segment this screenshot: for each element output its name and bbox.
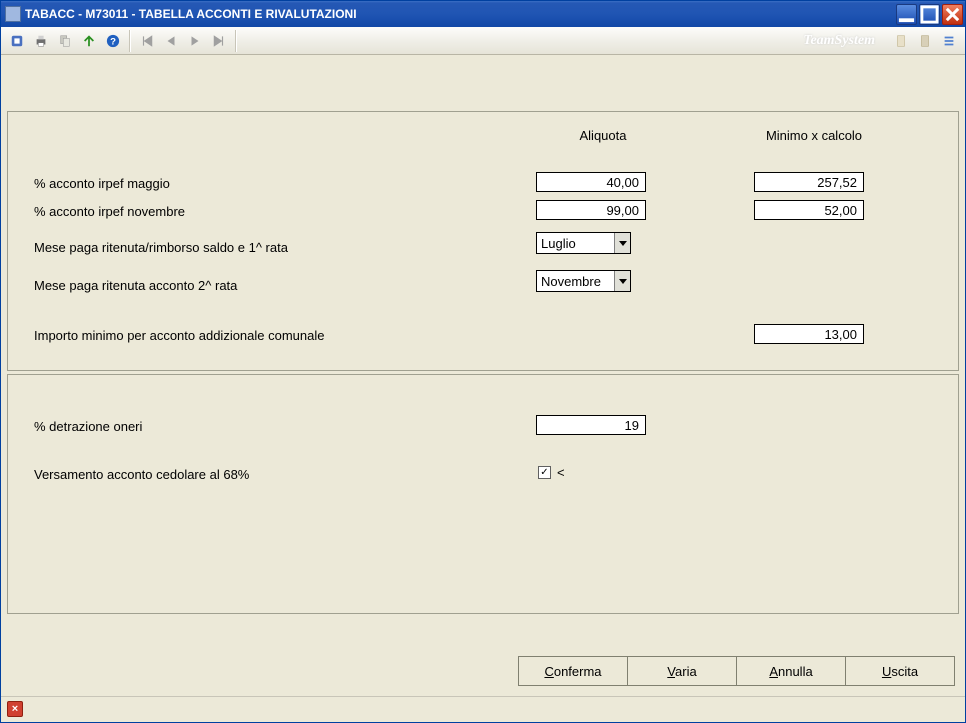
btn-text: aria — [675, 664, 697, 679]
toolbar-help-icon[interactable]: ? — [102, 30, 124, 52]
titlebar: TABACC - M73011 - TABELLA ACCONTI E RIVA… — [1, 1, 965, 27]
nav-first-icon[interactable] — [136, 30, 158, 52]
label-acconto-maggio: % acconto irpef maggio — [34, 176, 170, 191]
label-detrazione-oneri: % detrazione oneri — [34, 419, 142, 434]
select-mese-acconto-value: Novembre — [537, 274, 614, 289]
label-acconto-novembre: % acconto irpef novembre — [34, 204, 185, 219]
toolbar-list-icon[interactable] — [938, 30, 960, 52]
uscita-button[interactable]: Uscita — [845, 656, 955, 686]
label-importo-minimo: Importo minimo per acconto addizionale c… — [34, 328, 325, 343]
toolbar-separator — [235, 30, 237, 52]
input-acconto-maggio-aliquota[interactable] — [536, 172, 646, 192]
toolbar-doc-icon[interactable] — [890, 30, 912, 52]
input-acconto-novembre-aliquota[interactable] — [536, 200, 646, 220]
button-bar: Conferma Varia Annulla Uscita — [519, 656, 955, 686]
select-mese-saldo[interactable]: Luglio — [536, 232, 631, 254]
label-mese-saldo: Mese paga ritenuta/rimborso saldo e 1^ r… — [34, 240, 288, 255]
select-mese-saldo-value: Luglio — [537, 236, 614, 251]
toolbar-separator — [129, 30, 131, 52]
maximize-button[interactable] — [919, 4, 940, 25]
toolbar: ? TeamSystem — [1, 27, 965, 55]
toolbar-print-icon[interactable] — [30, 30, 52, 52]
btn-text: scita — [891, 664, 918, 679]
svg-text:?: ? — [110, 36, 116, 47]
brand-logo: TeamSystem — [803, 33, 885, 49]
input-detrazione-oneri[interactable] — [536, 415, 646, 435]
input-acconto-maggio-minimo[interactable] — [754, 172, 864, 192]
header-aliquota: Aliquota — [548, 128, 658, 143]
toolbar-doc2-icon[interactable] — [914, 30, 936, 52]
checkbox-extra-label: < — [557, 465, 565, 480]
nav-next-icon[interactable] — [184, 30, 206, 52]
panel-acconti: Aliquota Minimo x calcolo % acconto irpe… — [7, 111, 959, 371]
chevron-down-icon — [614, 233, 630, 253]
close-button[interactable] — [942, 4, 963, 25]
label-mese-acconto: Mese paga ritenuta acconto 2^ rata — [34, 278, 237, 293]
annulla-button[interactable]: Annulla — [736, 656, 846, 686]
select-mese-acconto[interactable]: Novembre — [536, 270, 631, 292]
varia-button[interactable]: Varia — [627, 656, 737, 686]
nav-prev-icon[interactable] — [160, 30, 182, 52]
checkbox-versamento-cedolare[interactable]: ✓ — [538, 466, 551, 479]
window-title: TABACC - M73011 - TABELLA ACCONTI E RIVA… — [25, 7, 896, 21]
input-importo-minimo[interactable] — [754, 324, 864, 344]
label-versamento-cedolare: Versamento acconto cedolare al 68% — [34, 467, 249, 482]
toolbar-export-icon[interactable] — [78, 30, 100, 52]
toolbar-copy-icon[interactable] — [54, 30, 76, 52]
error-icon[interactable]: × — [7, 701, 23, 717]
status-bar: × — [1, 696, 965, 722]
btn-text: nnulla — [778, 664, 813, 679]
input-acconto-novembre-minimo[interactable] — [754, 200, 864, 220]
app-icon — [5, 6, 21, 22]
conferma-button[interactable]: Conferma — [518, 656, 628, 686]
panel-detrazione: % detrazione oneri Versamento acconto ce… — [7, 374, 959, 614]
toolbar-home-icon[interactable] — [6, 30, 28, 52]
minimize-button[interactable] — [896, 4, 917, 25]
chevron-down-icon — [614, 271, 630, 291]
btn-text: onferma — [554, 664, 602, 679]
nav-last-icon[interactable] — [208, 30, 230, 52]
header-minimo: Minimo x calcolo — [754, 128, 874, 143]
